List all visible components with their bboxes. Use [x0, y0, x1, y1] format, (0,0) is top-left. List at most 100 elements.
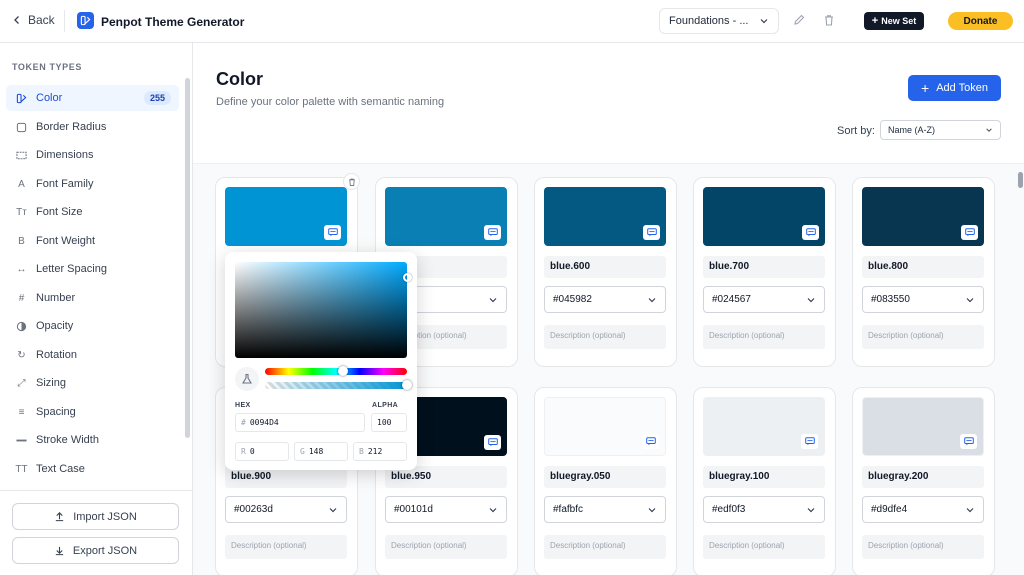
token-card[interactable]: bluegray.200 #d9dfe4 Description (optional…	[852, 387, 995, 575]
sidebar-item-border-radius[interactable]: Border Radius	[6, 114, 179, 140]
eyedropper-button[interactable]	[235, 367, 259, 391]
plus-icon: +	[871, 14, 879, 27]
color-swatch[interactable]	[544, 397, 666, 456]
token-description-input[interactable]: Description (optional)	[544, 535, 666, 559]
token-name-input[interactable]: bluegray.100	[703, 466, 825, 488]
token-card[interactable]: blue.700 #024567 Description (optional)	[693, 177, 836, 367]
sidebar-item-font-size[interactable]: Tт Font Size	[6, 199, 179, 225]
edit-set-button[interactable]	[792, 13, 808, 29]
add-token-button[interactable]: + Add Token	[908, 75, 1001, 101]
sidebar-item-rotation[interactable]: ↻ Rotation	[6, 342, 179, 368]
trash-icon	[348, 178, 355, 186]
color-swatch[interactable]	[703, 187, 825, 246]
comment-icon	[645, 437, 656, 446]
token-card[interactable]: bluegray.100 #edf0f3 Description (optional…	[693, 387, 836, 575]
sort-select[interactable]: Name (A-Z)	[880, 120, 1001, 140]
swatch-edit-button[interactable]	[961, 225, 978, 240]
sidebar-item-spacing[interactable]: ≡ Spacing	[6, 399, 179, 425]
color-swatch[interactable]	[862, 187, 984, 246]
blue-input[interactable]: B 212	[353, 442, 407, 461]
token-description-input[interactable]: Description (optional)	[225, 535, 347, 559]
swatch-edit-button[interactable]	[642, 434, 659, 449]
green-input[interactable]: G 148	[294, 442, 348, 461]
color-swatch[interactable]	[703, 397, 825, 456]
hue-slider[interactable]	[265, 368, 407, 375]
b-label: B	[359, 447, 364, 456]
sidebar-item-dimensions[interactable]: Dimensions	[6, 142, 179, 168]
set-selector[interactable]: Foundations - ...	[659, 8, 779, 34]
token-description-input[interactable]: Description (optional)	[862, 325, 984, 349]
token-description-input[interactable]: Description (optional)	[862, 535, 984, 559]
token-value-select[interactable]: #045982	[544, 286, 666, 313]
token-value-select[interactable]: #00263d	[225, 496, 347, 523]
app-title: Penpot Theme Generator	[101, 15, 245, 29]
sidebar-item-font-weight[interactable]: B Font Weight	[6, 228, 179, 254]
token-value-select[interactable]: #00101d	[385, 496, 507, 523]
swatch-edit-button[interactable]	[802, 225, 819, 240]
token-card[interactable]: bluegray.050 #fafbfc Description (optional…	[534, 387, 677, 575]
r-label: R	[241, 447, 246, 456]
token-description-input[interactable]: Description (optional)	[703, 325, 825, 349]
comment-icon	[487, 228, 498, 237]
color-swatch[interactable]	[225, 187, 347, 246]
token-name-input[interactable]: blue.600	[544, 256, 666, 278]
token-description-input[interactable]: Description (optional)	[703, 535, 825, 559]
token-value-select[interactable]: #d9dfe4	[862, 496, 984, 523]
sidebar-item-label: Font Weight	[36, 235, 96, 247]
color-swatch[interactable]	[862, 397, 984, 456]
upload-icon	[56, 512, 64, 522]
sidebar-item-sizing[interactable]: ⤢ Sizing	[6, 370, 179, 396]
token-card[interactable]: blue.600 #045982 Description (optional)	[534, 177, 677, 367]
delete-token-button[interactable]	[343, 173, 360, 190]
swatch-edit-button[interactable]	[960, 434, 977, 449]
swatch-edit-button[interactable]	[801, 434, 818, 449]
sidebar-item-opacity[interactable]: Opacity	[6, 313, 179, 339]
sidebar-scrollbar[interactable]	[185, 78, 190, 438]
donate-button[interactable]: Donate	[948, 12, 1013, 30]
export-json-button[interactable]: Export JSON	[12, 537, 179, 564]
saturation-value-area[interactable]	[235, 262, 407, 358]
hex-input[interactable]: # 0094D4	[235, 413, 365, 432]
token-description-input[interactable]: Description (optional)	[544, 325, 666, 349]
alpha-slider[interactable]	[265, 382, 407, 389]
rotate-icon: ↻	[17, 349, 26, 361]
sidebar-item-text-case[interactable]: TT Text Case	[6, 456, 179, 482]
g-label: G	[300, 447, 305, 456]
swatch-edit-button[interactable]	[324, 225, 341, 240]
delete-set-button[interactable]	[822, 13, 838, 29]
red-input[interactable]: R 0	[235, 442, 289, 461]
saturation-handle[interactable]	[403, 273, 412, 282]
token-card[interactable]: blue.800 #083550 Description (optional)	[852, 177, 995, 367]
token-value-select[interactable]: #edf0f3	[703, 496, 825, 523]
token-description-input[interactable]: Description (optional)	[385, 535, 507, 559]
token-name-input[interactable]: bluegray.200	[862, 466, 984, 488]
swatch-edit-button[interactable]	[484, 225, 501, 240]
token-value-select[interactable]: #024567	[703, 286, 825, 313]
back-button[interactable]: Back	[12, 13, 55, 27]
sidebar-item-number[interactable]: # Number	[6, 285, 179, 311]
alpha-handle[interactable]	[402, 380, 412, 390]
sidebar-item-stroke-width[interactable]: Stroke Width	[6, 427, 179, 453]
token-name-input[interactable]: blue.800	[862, 256, 984, 278]
sidebar-item-label: Text Case	[36, 463, 85, 475]
sidebar-heading: TOKEN TYPES	[12, 62, 82, 72]
new-set-button[interactable]: + New Set	[864, 12, 924, 30]
sidebar-item-label: Sizing	[36, 377, 66, 389]
color-swatch[interactable]	[544, 187, 666, 246]
alpha-input[interactable]: 100	[371, 413, 407, 432]
set-selector-value: Foundations - ...	[669, 15, 749, 27]
import-json-button[interactable]: Import JSON	[12, 503, 179, 530]
color-swatch[interactable]	[385, 187, 507, 246]
token-value-select[interactable]: #083550	[862, 286, 984, 313]
swatch-edit-button[interactable]	[484, 435, 501, 450]
main-scrollbar[interactable]	[1018, 172, 1023, 188]
sidebar-item-letter-spacing[interactable]: ↔ Letter Spacing	[6, 256, 179, 282]
sidebar-item-color[interactable]: Color 255	[6, 85, 179, 111]
token-name-input[interactable]: blue.700	[703, 256, 825, 278]
sidebar-item-font-family[interactable]: A Font Family	[6, 171, 179, 197]
token-name-input[interactable]: bluegray.050	[544, 466, 666, 488]
token-value: #00263d	[234, 504, 273, 515]
token-value-select[interactable]: #fafbfc	[544, 496, 666, 523]
sidebar-item-label: Rotation	[36, 349, 77, 361]
swatch-edit-button[interactable]	[643, 225, 660, 240]
